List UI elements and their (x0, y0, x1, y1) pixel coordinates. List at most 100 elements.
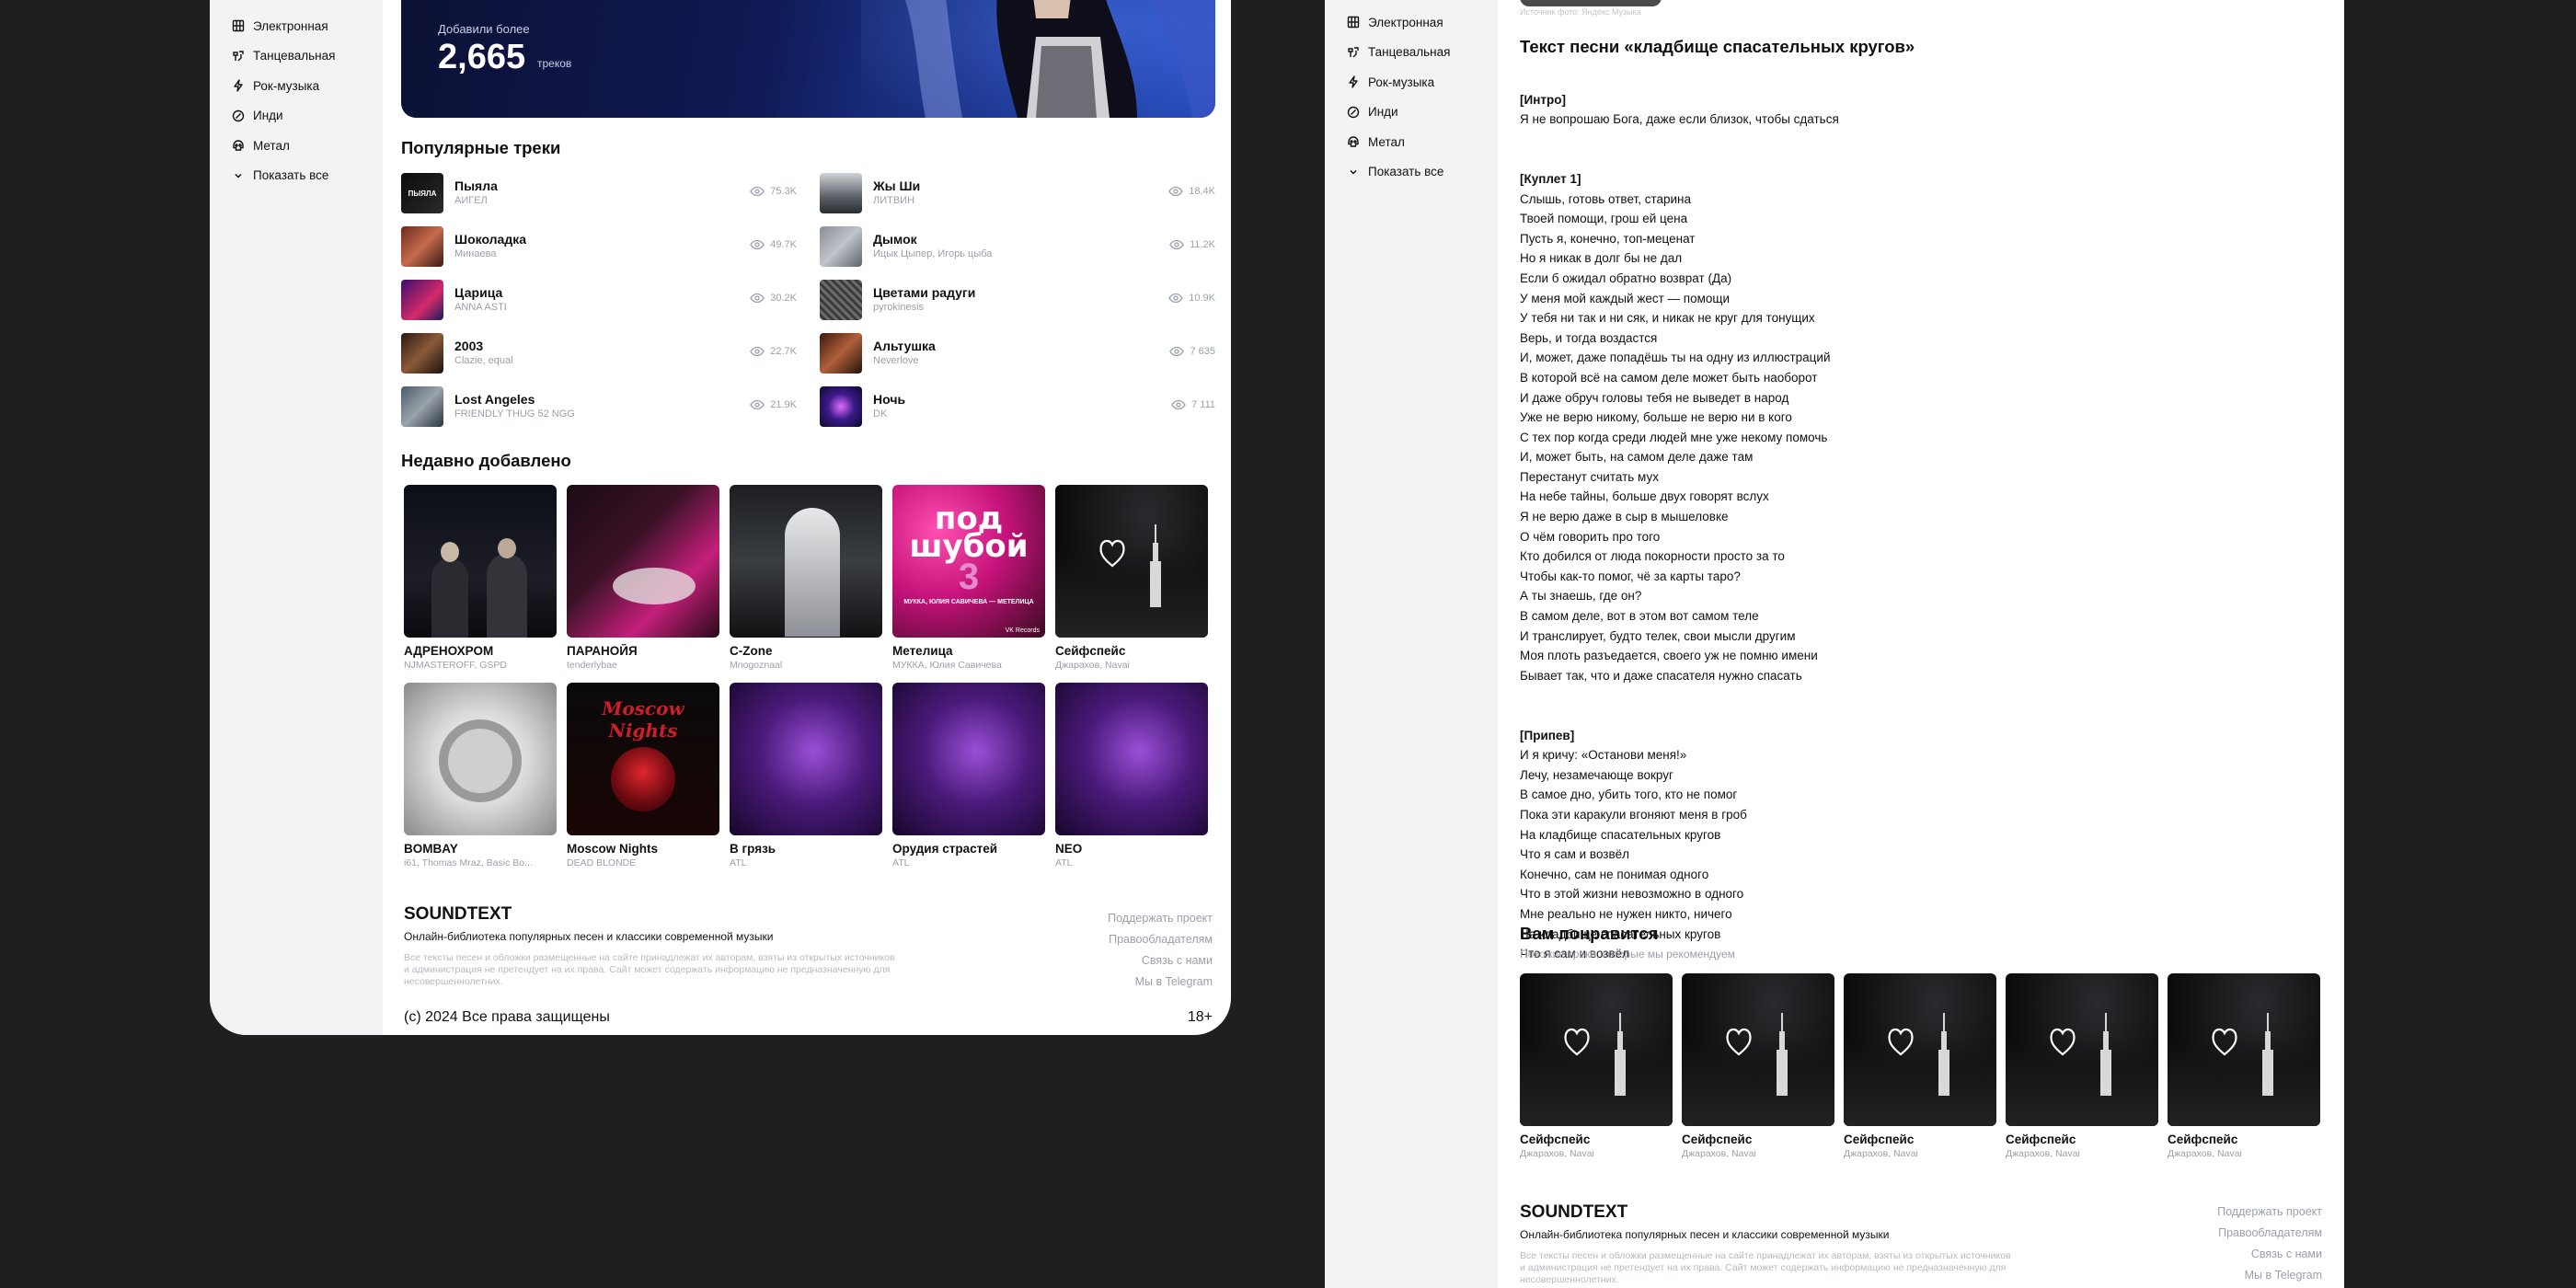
album-artist: Джарахов, Navai (1682, 1148, 1756, 1159)
heart-icon (2212, 1029, 2238, 1056)
album-title: ПАРАНОЙЯ (567, 644, 638, 658)
album-title: АДРЕНОХРОМ (404, 644, 494, 658)
track-row[interactable]: Жы Ши ЛИТВИН 18.4K (820, 173, 1215, 213)
album-card[interactable]: В грязь ATL (730, 683, 882, 869)
track-cover (820, 386, 862, 427)
footer-link-support[interactable]: Поддержать проект (2217, 1202, 2322, 1223)
sidebar-item-dance[interactable]: Танцевальная (232, 41, 335, 72)
lyrics-lines: Я не вопрошаю Бога, даже если близок, чт… (1520, 112, 1839, 127)
track-views: 18.4K (1168, 186, 1215, 197)
recommend-card[interactable]: Сейфспейс Джарахов, Navai (1520, 973, 1673, 1160)
track-artist: pyrokinesis (873, 302, 925, 313)
album-title: Moscow Nights (567, 842, 659, 856)
footer-link-contact[interactable]: Связь с нами (1108, 950, 1213, 972)
lyrics-main: Источник фото: Яндекс Музыка Текст песни… (1498, 0, 2344, 1288)
sidebar-item-label: Метал (253, 138, 290, 153)
hero-track-count: 2,665 (438, 38, 526, 76)
footer-link-rightholders[interactable]: Правообладателям (2217, 1223, 2322, 1244)
site-footer: SOUNDTEXT Онлайн-библиотека популярных п… (1520, 1202, 2017, 1286)
sidebar-item-label: Рок-музыка (1368, 75, 1435, 89)
lightning-icon (1347, 75, 1360, 88)
album-artist: Mnogoznaal (730, 660, 783, 671)
album-cover (1055, 485, 1208, 638)
show-all-button[interactable]: Показать все (1347, 157, 1450, 188)
track-views: 10.9K (1168, 293, 1215, 304)
sidebar-item-label: Танцевальная (1368, 45, 1451, 60)
show-all-button[interactable]: Показать все (232, 161, 335, 191)
track-title: Цветами радуги (873, 285, 976, 300)
eye-icon (750, 186, 765, 197)
track-row[interactable]: Ночь DK 7 111 (820, 386, 1215, 427)
album-card[interactable]: Moscow Nights Moscow Nights DEAD BLONDE (567, 683, 719, 869)
sidebar-item-electronic[interactable]: Электронная (1347, 7, 1450, 38)
album-title: Орудия страстей (892, 842, 998, 856)
track-row[interactable]: Царица ANNA ASTI 30.2K (401, 280, 797, 320)
album-cover (1055, 683, 1208, 835)
sidebar-item-rock[interactable]: Рок-музыка (232, 71, 335, 101)
recommend-card[interactable]: Сейфспейс Джарахов, Navai (2006, 973, 2158, 1160)
sidebar-item-metal[interactable]: Метал (232, 131, 335, 161)
track-views-count: 7 111 (1191, 399, 1215, 410)
album-cover (1682, 973, 1834, 1126)
album-card[interactable]: Орудия страстей ATL (892, 683, 1045, 869)
album-cover (404, 485, 557, 638)
sidebar-item-dance[interactable]: Танцевальная (1347, 38, 1450, 68)
sidebar-item-indie[interactable]: Инди (1347, 98, 1450, 128)
track-views-count: 49.7K (770, 239, 797, 250)
recommend-card[interactable]: Сейфспейс Джарахов, Navai (1844, 973, 1996, 1160)
track-title: 2003 (454, 339, 484, 353)
sidebar-item-indie[interactable]: Инди (232, 101, 335, 132)
album-card[interactable]: Сейфспейс Джарахов, Navai (1055, 485, 1208, 672)
track-views-count: 10.9K (1189, 293, 1215, 304)
album-card[interactable]: C-Zone Mnogoznaal (730, 485, 882, 672)
eye-icon (1171, 399, 1186, 410)
tower-icon (1149, 524, 1161, 608)
eye-icon (750, 399, 765, 410)
album-card[interactable]: под шубой 3 МУККА, ЮЛИЯ САВИЧЕВА — МЕТЕЛ… (892, 485, 1045, 672)
lyrics-section-header: [Припев] (1520, 728, 1575, 742)
track-artist: ANNA ASTI (454, 302, 507, 313)
album-title: Сейфспейс (2168, 1133, 2238, 1146)
album-card[interactable]: ПАРАНОЙЯ tenderlybae (567, 485, 719, 672)
sidebar-item-rock[interactable]: Рок-музыка (1347, 67, 1450, 98)
track-cover: ПЫЯЛА (401, 173, 443, 213)
sidebar-item-electronic[interactable]: Электронная (232, 11, 335, 41)
track-row[interactable]: Lost Angeles FRIENDLY THUG 52 NGG 21.9K (401, 386, 797, 427)
footer-link-support[interactable]: Поддержать проект (1108, 908, 1213, 929)
footer-link-rightholders[interactable]: Правообладателям (1108, 929, 1213, 950)
track-row[interactable]: ПЫЯЛА Пыяла АИГЕЛ 75.3K (401, 173, 797, 213)
album-artist: i61, Thomas Mraz, Basic Bo... (404, 857, 533, 868)
track-title: Ночь (873, 392, 906, 407)
heart-icon (1888, 1029, 1915, 1056)
album-title: Сейфспейс (1682, 1133, 1753, 1146)
track-cover (401, 333, 443, 374)
track-title: Царица (454, 285, 503, 300)
track-cover (820, 173, 862, 213)
sidebar-item-metal[interactable]: Метал (1347, 127, 1450, 157)
track-title: Жы Ши (873, 178, 921, 193)
album-card[interactable]: АДРЕНОХРОМ NJMASTEROFF, GSPD (404, 485, 557, 672)
footer-link-telegram[interactable]: Мы в Telegram (1108, 972, 1213, 993)
recommend-card[interactable]: Сейфспейс Джарахов, Navai (1682, 973, 1834, 1160)
cover-label: VK Records (1005, 627, 1040, 634)
footer-legal: Все тексты песен и обложки размещенные н… (404, 952, 895, 987)
recommend-card[interactable]: Сейфспейс Джарахов, Navai (2168, 973, 2320, 1160)
track-row[interactable]: Шоколадка Минаева 49.7K (401, 226, 797, 267)
track-row[interactable]: Дымок Ицык Цыпер, Игорь цыба 11.2K (820, 226, 1215, 267)
track-views: 22.7K (750, 346, 797, 357)
footer-links: Поддержать проект Правообладателям Связь… (2217, 1202, 2322, 1286)
track-row[interactable]: Альтушка Neverlove 7 635 (820, 333, 1215, 374)
album-cover (2006, 973, 2158, 1126)
track-views: 49.7K (750, 239, 797, 250)
album-card[interactable]: NEO ATL (1055, 683, 1208, 869)
album-card[interactable]: BOMBAY i61, Thomas Mraz, Basic Bo... (404, 683, 557, 869)
track-row[interactable]: 2003 Clazie, equal 22.7K (401, 333, 797, 374)
tower-icon (1614, 1013, 1626, 1097)
album-cover (567, 485, 719, 638)
track-views: 21.9K (750, 399, 797, 410)
track-row[interactable]: Цветами радуги pyrokinesis 10.9K (820, 280, 1215, 320)
footer-copyright: (c) 2024 Все права защищены (404, 1009, 610, 1025)
footer-link-telegram[interactable]: Мы в Telegram (2217, 1265, 2322, 1286)
footer-link-contact[interactable]: Связь с нами (2217, 1244, 2322, 1265)
show-all-label: Показать все (1368, 165, 1444, 179)
